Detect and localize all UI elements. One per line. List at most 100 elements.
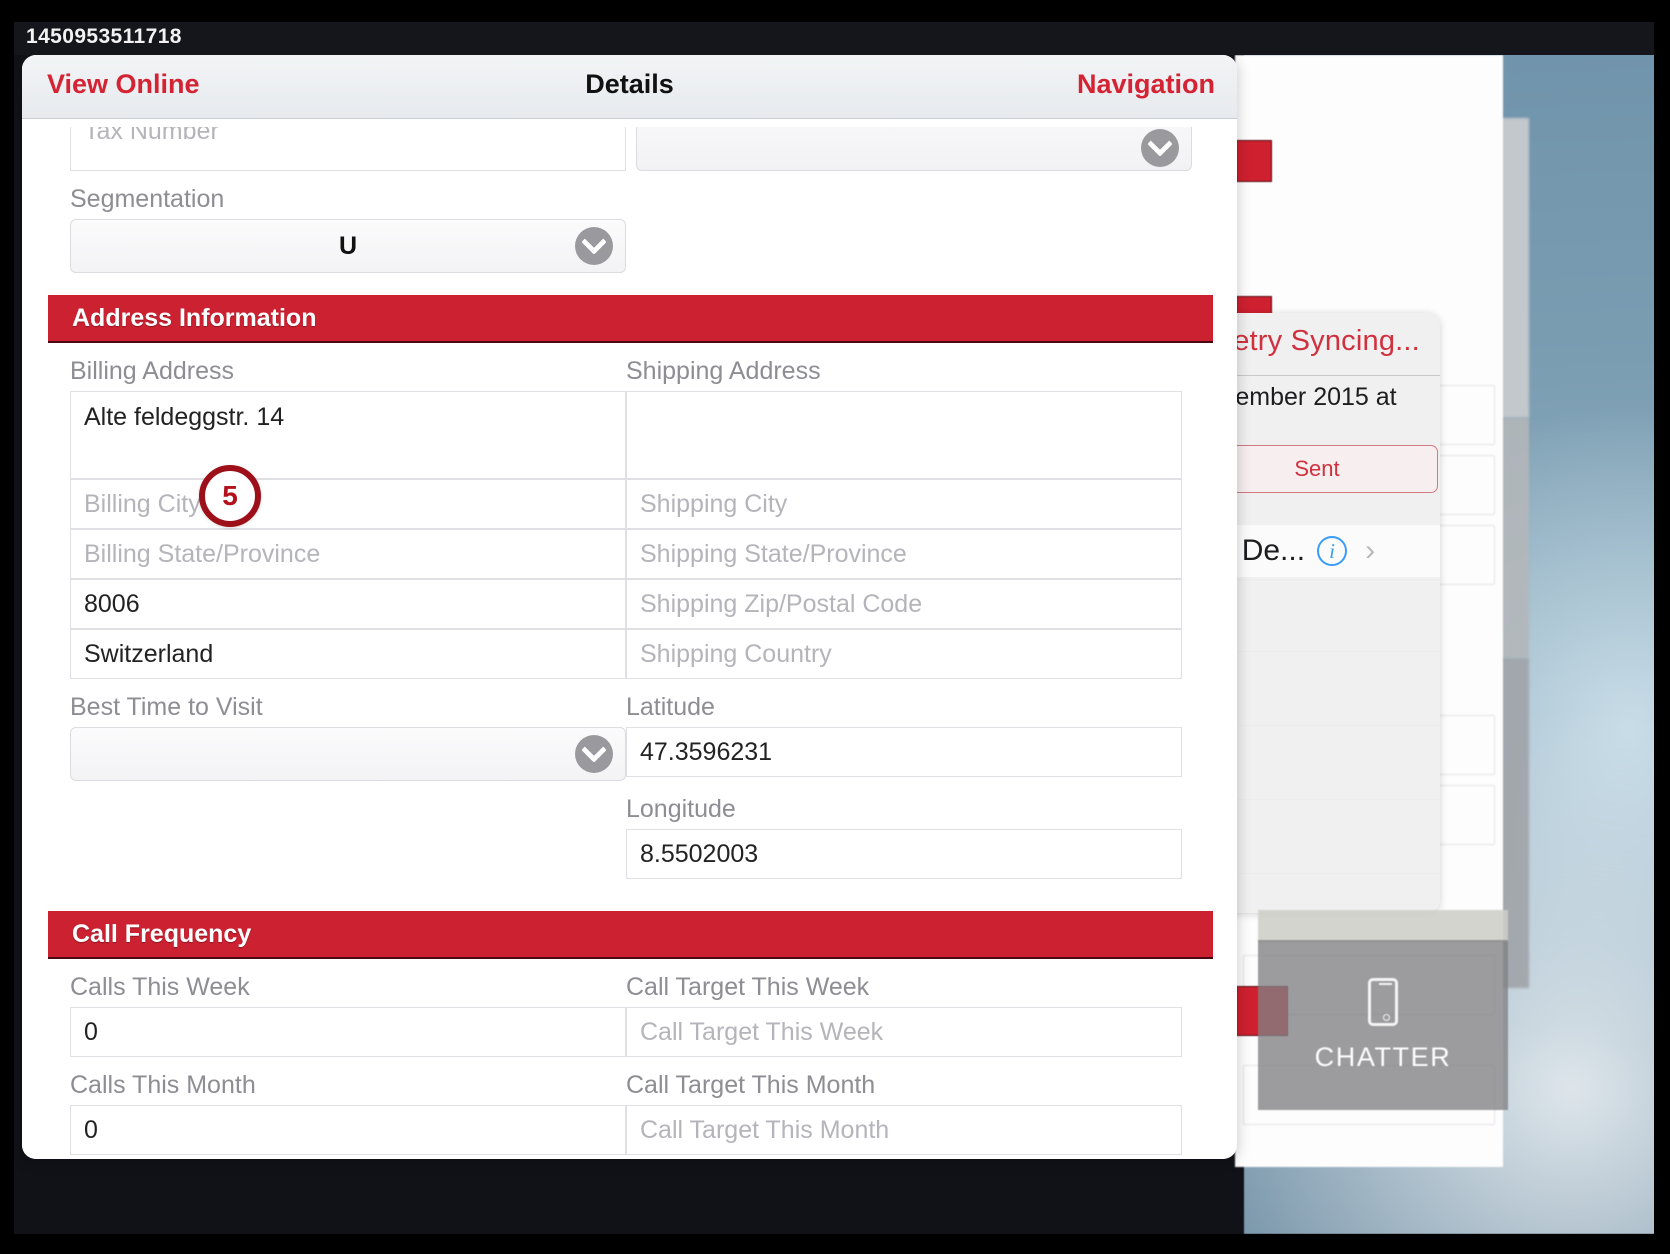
call-target-this-month-placeholder: Call Target This Month xyxy=(640,1116,889,1145)
billing-country-field[interactable]: Switzerland xyxy=(70,629,626,679)
spacer xyxy=(22,879,1237,911)
billing-address-field[interactable]: Alte feldeggstr. 14 xyxy=(70,391,626,479)
billing-city-field[interactable]: Billing City xyxy=(70,479,626,529)
longitude-left-empty-2 xyxy=(22,829,604,879)
shipping-city-placeholder: Shipping City xyxy=(640,490,787,519)
shipping-state-placeholder: Shipping State/Province xyxy=(640,540,907,569)
status-bar: 1450953511718 xyxy=(14,22,1654,55)
billing-country-cell: Switzerland xyxy=(22,629,604,679)
shipping-state-field[interactable]: Shipping State/Province xyxy=(626,529,1182,579)
background-red-tab-top xyxy=(1236,140,1272,182)
section-title: Address Information xyxy=(48,304,316,333)
billing-zip-field[interactable]: 8006 xyxy=(70,579,626,629)
latitude-cell: 47.3596231 xyxy=(604,727,1186,781)
billing-zip-cell: 8006 xyxy=(22,579,604,629)
billing-state-cell: Billing State/Province xyxy=(22,529,604,579)
calls-week-value-row: 0 Call Target This Week xyxy=(22,1007,1237,1057)
calls-this-month-field[interactable]: 0 xyxy=(70,1105,626,1155)
besttime-latitude-value-row: 47.3596231 xyxy=(22,727,1237,781)
details-modal: View Online Details Navigation Tax Numbe… xyxy=(22,55,1237,1159)
latitude-value: 47.3596231 xyxy=(640,738,772,767)
call-target-this-month-field[interactable]: Call Target This Month xyxy=(626,1105,1182,1155)
longitude-label-row: Longitude xyxy=(22,781,1237,829)
annotation-step-badge: 5 xyxy=(199,465,261,527)
billing-city-cell: Billing City xyxy=(22,479,604,529)
billing-address-label-cell: Billing Address xyxy=(22,343,604,391)
shipping-address-label-cell: Shipping Address xyxy=(604,343,1186,391)
tax-number-placeholder: Tax Number xyxy=(84,127,219,146)
partial-top-row: Tax Number xyxy=(22,119,1237,171)
screen-root: Retry Syncing... ember 2015 at Sent 24 D… xyxy=(0,0,1670,1254)
chatter-tile[interactable]: CHATTER xyxy=(1258,940,1508,1110)
calls-month-value-row: 0 Call Target This Month xyxy=(22,1105,1237,1155)
shipping-address-field[interactable] xyxy=(626,391,1182,479)
mobile-phone-icon xyxy=(1368,978,1398,1026)
country-row: Switzerland Shipping Country xyxy=(22,629,1237,679)
chevron-down-icon xyxy=(1141,129,1179,167)
billing-address-value: Alte feldeggstr. 14 xyxy=(84,403,284,432)
best-time-to-visit-label: Best Time to Visit xyxy=(48,679,604,727)
latitude-field[interactable]: 47.3596231 xyxy=(626,727,1182,777)
page-title: Details xyxy=(22,69,1237,100)
tax-number-field[interactable]: Tax Number xyxy=(70,127,626,171)
section-header-address-information: Address Information xyxy=(48,295,1213,343)
longitude-cell: 8.5502003 xyxy=(604,829,1186,879)
spacer xyxy=(22,273,1237,295)
longitude-left-empty xyxy=(22,781,604,829)
segmentation-row: Segmentation U xyxy=(22,171,1237,273)
address-value-row: Alte feldeggstr. 14 xyxy=(22,391,1237,479)
best-time-to-visit-picker[interactable] xyxy=(70,727,626,781)
navigation-button[interactable]: Navigation xyxy=(1077,69,1215,100)
shipping-zip-cell: Shipping Zip/Postal Code xyxy=(604,579,1186,629)
billing-state-placeholder: Billing State/Province xyxy=(84,540,320,569)
shipping-zip-placeholder: Shipping Zip/Postal Code xyxy=(640,590,922,619)
info-icon[interactable]: i xyxy=(1317,536,1347,566)
chatter-tile-top-edge xyxy=(1258,910,1508,942)
billing-country-value: Switzerland xyxy=(84,640,213,669)
call-target-week-cell: Call Target This Week xyxy=(604,1007,1186,1057)
calls-this-month-value: 0 xyxy=(84,1116,98,1145)
segmentation-picker[interactable]: U xyxy=(70,219,626,273)
shipping-zip-field[interactable]: Shipping Zip/Postal Code xyxy=(626,579,1182,629)
shipping-state-cell: Shipping State/Province xyxy=(604,529,1186,579)
section-title: Call Frequency xyxy=(48,920,251,949)
calls-month-label-row: Calls This Month Call Target This Month xyxy=(22,1057,1237,1105)
section-header-call-frequency: Call Frequency xyxy=(48,911,1213,959)
shipping-country-field[interactable]: Shipping Country xyxy=(626,629,1182,679)
calls-this-month-label: Calls This Month xyxy=(48,1057,604,1105)
billing-zip-value: 8006 xyxy=(84,590,140,619)
chevron-right-icon: › xyxy=(1365,534,1375,568)
calls-week-label-row: Calls This Week Call Target This Week xyxy=(22,959,1237,1007)
status-bar-timestamp: 1450953511718 xyxy=(26,25,182,49)
top-right-picker[interactable] xyxy=(636,127,1192,171)
calls-this-week-field[interactable]: 0 xyxy=(70,1007,626,1057)
call-target-this-week-field[interactable]: Call Target This Week xyxy=(626,1007,1182,1057)
call-target-month-cell: Call Target This Month xyxy=(604,1105,1186,1155)
call-target-this-month-label: Call Target This Month xyxy=(604,1057,1186,1105)
shipping-address-cell xyxy=(604,391,1186,479)
form-scroll-area[interactable]: Tax Number Segmentation U xyxy=(22,119,1237,1159)
address-labels-row: Billing Address Shipping Address xyxy=(22,343,1237,391)
state-row: Billing State/Province Shipping State/Pr… xyxy=(22,529,1237,579)
shipping-city-field[interactable]: Shipping City xyxy=(626,479,1182,529)
segmentation-col: Segmentation U xyxy=(22,171,604,273)
shipping-address-label: Shipping Address xyxy=(604,343,1186,391)
billing-state-field[interactable]: Billing State/Province xyxy=(70,529,626,579)
longitude-field[interactable]: 8.5502003 xyxy=(626,829,1182,879)
call-target-month-label-cell: Call Target This Month xyxy=(604,1057,1186,1105)
call-target-week-label-cell: Call Target This Week xyxy=(604,959,1186,1007)
longitude-label-cell: Longitude xyxy=(604,781,1186,829)
calls-month-label-cell: Calls This Month xyxy=(22,1057,604,1105)
zip-row: 8006 Shipping Zip/Postal Code xyxy=(22,579,1237,629)
longitude-value-row: 8.5502003 xyxy=(22,829,1237,879)
call-target-this-week-placeholder: Call Target This Week xyxy=(640,1018,883,1047)
best-time-label-cell: Best Time to Visit xyxy=(22,679,604,727)
chatter-label: CHATTER xyxy=(1315,1042,1452,1073)
longitude-label: Longitude xyxy=(604,781,1186,829)
besttime-latitude-label-row: Best Time to Visit Latitude xyxy=(22,679,1237,727)
shipping-country-placeholder: Shipping Country xyxy=(640,640,832,669)
annotation-step-number: 5 xyxy=(222,480,238,512)
shipping-city-cell: Shipping City xyxy=(604,479,1186,529)
latitude-label: Latitude xyxy=(604,679,1186,727)
shipping-country-cell: Shipping Country xyxy=(604,629,1186,679)
